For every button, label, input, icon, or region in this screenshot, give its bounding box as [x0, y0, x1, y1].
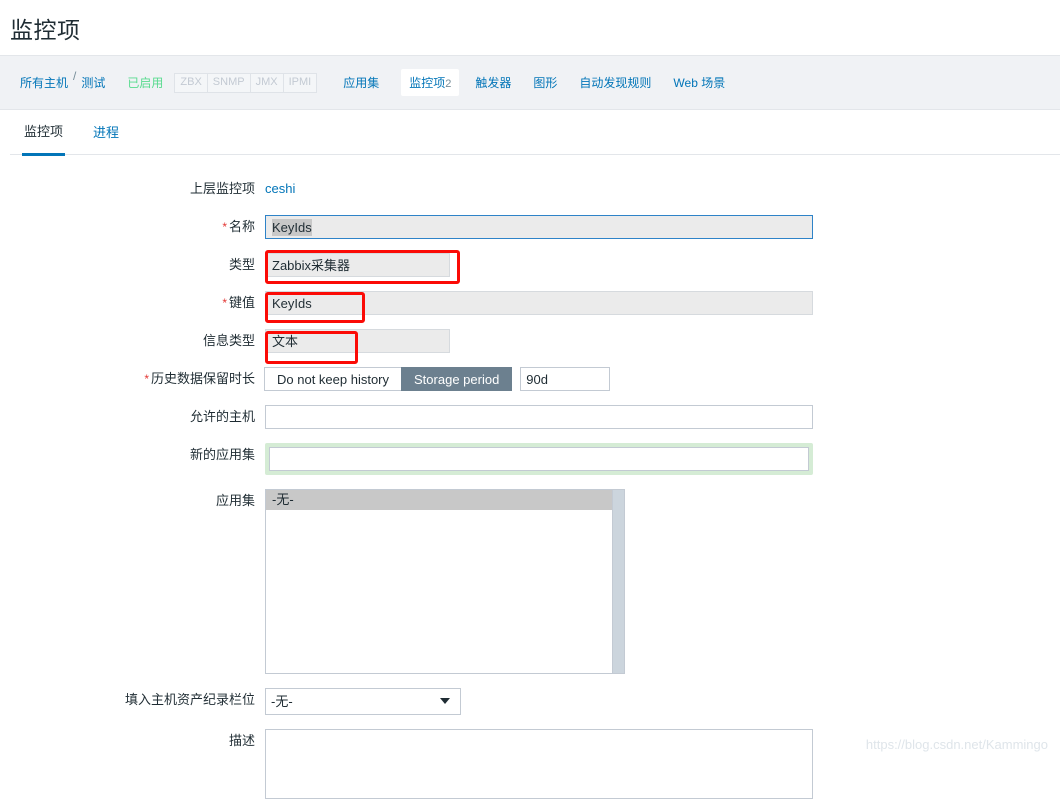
form-row-new-application: 新的应用集 [10, 443, 1060, 475]
key-input[interactable]: KeyIds [265, 291, 813, 315]
watermark: https://blog.csdn.net/Kammingo [866, 737, 1048, 752]
nav-link-web-scenarios[interactable]: Web 场景 [673, 74, 725, 91]
inventory-field-select-wrap: -无- [265, 688, 461, 715]
form-row-history: *历史数据保留时长 Do not keep history Storage pe… [10, 367, 1060, 391]
tab-bar: 监控项 进程 [10, 110, 1060, 155]
control-inventory-field: -无- [265, 688, 461, 715]
required-marker-key: * [222, 296, 227, 310]
label-value-type: 信息类型 [10, 329, 265, 353]
form-row-applications: 应用集 -无- [10, 489, 1060, 674]
nav-link-applications[interactable]: 应用集 [343, 74, 379, 91]
parent-item-link[interactable]: ceshi [265, 181, 295, 196]
form-row-value-type: 信息类型 文本 [10, 329, 1060, 353]
label-name: *名称 [10, 215, 265, 239]
control-key: KeyIds [265, 291, 813, 315]
form-row-key: *键值 KeyIds [10, 291, 1060, 315]
form-row-allowed-hosts: 允许的主机 [10, 405, 1060, 429]
label-allowed-hosts: 允许的主机 [10, 405, 265, 429]
label-new-application: 新的应用集 [10, 443, 265, 467]
label-history-text: 历史数据保留时长 [151, 371, 255, 386]
breadcrumb-all-hosts-link[interactable]: 所有主机 [20, 76, 68, 91]
interface-pill-ipmi[interactable]: IPMI [283, 73, 318, 93]
label-parent-item: 上层监控项 [10, 177, 265, 201]
page-title: 监控项 [10, 11, 81, 45]
tab-item[interactable]: 监控项 [22, 109, 65, 156]
breadcrumb: 所有主机 / 测试 [10, 75, 105, 91]
interface-pill-zbx[interactable]: ZBX [174, 73, 207, 93]
label-key-text: 键值 [229, 295, 255, 310]
breadcrumb-host-link[interactable]: 测试 [81, 76, 105, 91]
item-form: 上层监控项 ceshi *名称 KeyIds 类型 Zabbix采集器 *键值 … [10, 155, 1060, 804]
label-applications: 应用集 [10, 489, 265, 513]
nav-link-items-label: 监控项 [409, 76, 445, 90]
control-new-application [265, 443, 813, 475]
host-status-badge[interactable]: 已启用 [127, 74, 163, 91]
label-key: *键值 [10, 291, 265, 315]
label-description: 描述 [10, 729, 265, 753]
control-description [265, 729, 813, 804]
interface-pill-jmx[interactable]: JMX [250, 73, 284, 93]
applications-listbox-scrollbar[interactable] [612, 490, 624, 673]
value-type-select[interactable]: 文本 [265, 329, 450, 353]
form-row-name: *名称 KeyIds [10, 215, 1060, 239]
form-row-type: 类型 Zabbix采集器 [10, 253, 1060, 277]
control-allowed-hosts [265, 405, 813, 429]
nav-link-discovery-rules[interactable]: 自动发现规则 [579, 74, 651, 91]
label-history: *历史数据保留时长 [10, 367, 265, 391]
nav-link-items-count: 2 [445, 78, 451, 90]
nav-link-items[interactable]: 监控项2 [401, 69, 459, 96]
allowed-hosts-input[interactable] [265, 405, 813, 429]
control-parent-item: ceshi [265, 177, 295, 201]
breadcrumb-bar: 所有主机 / 测试 已启用 ZBX SNMP JMX IPMI 应用集 监控项2… [0, 55, 1060, 110]
new-application-input[interactable] [269, 447, 809, 471]
applications-option-none[interactable]: -无- [266, 490, 624, 510]
applications-listbox[interactable]: -无- [265, 489, 625, 674]
entity-nav-links: 应用集 监控项2 触发器 图形 自动发现规则 Web 场景 [343, 69, 747, 96]
control-type: Zabbix采集器 [265, 253, 450, 277]
type-select[interactable]: Zabbix采集器 [265, 253, 450, 277]
history-mode-toggle: Do not keep history Storage period [265, 367, 610, 391]
tab-preprocessing[interactable]: 进程 [91, 110, 121, 154]
page-header: 监控项 [0, 0, 1060, 55]
interface-pills: ZBX SNMP JMX IPMI [175, 73, 317, 93]
required-marker-history: * [144, 372, 149, 386]
content-card: 监控项 进程 上层监控项 ceshi *名称 KeyIds 类型 Zabbix采… [10, 110, 1060, 766]
new-application-highlight [265, 443, 813, 475]
interface-pill-snmp[interactable]: SNMP [207, 73, 251, 93]
breadcrumb-separator: / [73, 69, 76, 83]
inventory-field-select[interactable]: -无- [265, 688, 461, 715]
form-row-inventory-field: 填入主机资产纪录栏位 -无- [10, 688, 1060, 715]
nav-link-triggers[interactable]: 触发器 [475, 74, 511, 91]
label-type: 类型 [10, 253, 265, 277]
label-name-text: 名称 [229, 219, 255, 234]
name-input[interactable] [265, 215, 813, 239]
history-storage-period-button[interactable]: Storage period [401, 367, 512, 391]
history-do-not-keep-button[interactable]: Do not keep history [264, 367, 402, 391]
description-textarea[interactable] [265, 729, 813, 799]
history-period-input[interactable] [520, 367, 610, 391]
control-applications: -无- [265, 489, 625, 674]
form-row-parent-item: 上层监控项 ceshi [10, 177, 1060, 201]
control-history: Do not keep history Storage period [265, 367, 610, 391]
control-value-type: 文本 [265, 329, 450, 353]
required-marker-name: * [222, 220, 227, 234]
nav-link-graphs[interactable]: 图形 [533, 74, 557, 91]
label-inventory-field: 填入主机资产纪录栏位 [10, 688, 265, 712]
control-name: KeyIds [265, 215, 813, 239]
